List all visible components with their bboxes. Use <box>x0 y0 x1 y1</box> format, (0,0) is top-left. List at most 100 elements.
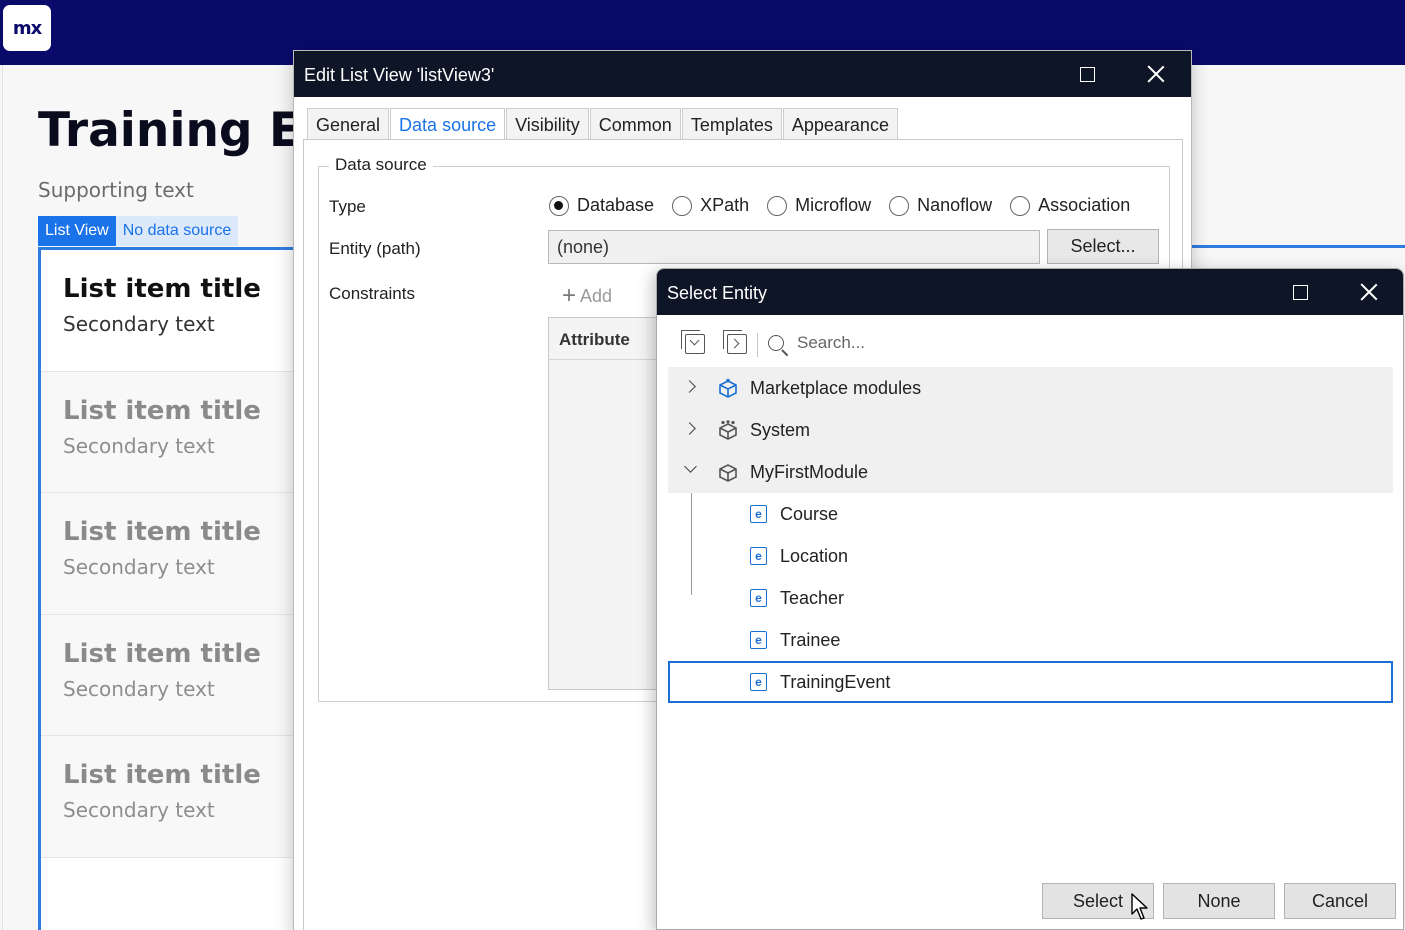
list-item[interactable]: List item title Secondary text <box>41 250 298 372</box>
list-item-title: List item title <box>63 274 261 304</box>
tab-common[interactable]: Common <box>589 108 681 139</box>
search-input[interactable] <box>797 327 1377 359</box>
radio-database[interactable]: Database <box>549 195 654 216</box>
list-item-secondary: Secondary text <box>63 798 215 822</box>
entity-toolbar <box>657 315 1403 367</box>
list-item: List item title Secondary text <box>41 736 298 858</box>
select-entity-dialog: Select Entity Marketplace modules <box>656 268 1404 930</box>
module-name: Marketplace modules <box>750 378 922 398</box>
radio-label: Association <box>1038 195 1131 215</box>
tree-entity-course[interactable]: e Course <box>668 493 1393 535</box>
list-item-secondary: Secondary text <box>63 312 215 336</box>
chevron-right-icon[interactable] <box>683 380 696 393</box>
entity-icon: e <box>750 505 767 523</box>
search-icon <box>768 335 784 351</box>
tree-entity-teacher[interactable]: e Teacher <box>668 577 1393 619</box>
group-legend: Data source <box>329 155 433 175</box>
module-name: System <box>750 420 811 440</box>
tree-entity-location[interactable]: e Location <box>668 535 1393 577</box>
radio-xpath[interactable]: XPath <box>672 195 749 216</box>
tab-general[interactable]: General <box>307 108 390 139</box>
close-icon <box>1147 65 1165 83</box>
tab-templates[interactable]: Templates <box>681 108 782 139</box>
entity-path-field[interactable]: (none) <box>548 230 1040 264</box>
entity-name: Teacher <box>780 588 845 608</box>
list-view-label: List View <box>38 216 116 246</box>
list-item: List item title Secondary text <box>41 371 298 493</box>
close-button[interactable] <box>1133 51 1179 97</box>
entity-name: Trainee <box>780 630 841 650</box>
toolbar-divider <box>757 333 758 357</box>
constraints-label: Constraints <box>329 284 415 303</box>
plus-icon: + <box>562 282 577 309</box>
tab-appearance[interactable]: Appearance <box>782 108 898 139</box>
no-data-source-label: No data source <box>115 216 239 246</box>
entity-icon: e <box>750 673 767 691</box>
chevron-right-icon[interactable] <box>683 422 696 435</box>
tree-module-myfirstmodule[interactable]: MyFirstModule <box>668 451 1393 493</box>
type-radio-group: Database XPath Microflow Nanoflow Associ… <box>549 195 1148 216</box>
radio-label: Nanoflow <box>917 195 993 215</box>
radio-nanoflow[interactable]: Nanoflow <box>889 195 992 216</box>
radio-label: XPath <box>700 195 750 215</box>
tab-visibility[interactable]: Visibility <box>506 108 589 139</box>
entity-name: Course <box>780 504 839 524</box>
list-item-title: List item title <box>63 395 261 426</box>
maximize-icon <box>1079 66 1095 82</box>
collapse-all-icon[interactable] <box>681 330 705 354</box>
maximize-button[interactable] <box>1064 51 1110 97</box>
radio-association[interactable]: Association <box>1010 195 1130 216</box>
radio-icon <box>672 195 693 216</box>
entity-label: Entity (path) <box>329 239 421 258</box>
maximize-button[interactable] <box>1277 269 1323 315</box>
entity-tree: Marketplace modules System MyFirstModule… <box>668 367 1393 703</box>
select-entity-button[interactable]: Select... <box>1047 229 1159 264</box>
list-item: List item title Secondary text <box>41 493 298 615</box>
tree-module-marketplace[interactable]: Marketplace modules <box>668 367 1393 409</box>
add-constraint-button[interactable]: + Add <box>562 282 612 310</box>
chevron-down-icon[interactable] <box>684 460 697 473</box>
close-icon <box>1360 283 1378 301</box>
dialog-title: Edit List View 'listView3' <box>304 65 495 85</box>
entity-name: Location <box>780 546 849 566</box>
radio-microflow[interactable]: Microflow <box>767 195 871 216</box>
list-item-secondary: Secondary text <box>63 676 215 701</box>
maximize-icon <box>1292 284 1308 300</box>
marketplace-module-icon <box>719 378 737 398</box>
tree-module-system[interactable]: System <box>668 409 1393 451</box>
type-label: Type <box>329 197 366 216</box>
entity-icon: e <box>750 631 767 649</box>
list-item-secondary: Secondary text <box>63 433 215 458</box>
mendix-logo[interactable]: mx <box>3 5 51 51</box>
expand-all-icon[interactable] <box>723 330 747 354</box>
add-label: Add <box>580 285 613 306</box>
page-title: Training Ev <box>38 103 332 158</box>
radio-icon <box>767 195 788 216</box>
radio-icon <box>889 195 910 216</box>
system-module-icon <box>719 420 737 440</box>
list-item-title: List item title <box>63 638 261 669</box>
list-item-secondary: Secondary text <box>63 555 215 579</box>
module-name: MyFirstModule <box>750 462 869 482</box>
cancel-button[interactable]: Cancel <box>1284 883 1396 919</box>
list-view-border <box>1180 245 1405 248</box>
radio-icon <box>1010 195 1031 216</box>
list-view-tag[interactable]: List View No data source <box>38 216 239 246</box>
dialog-title-bar[interactable]: Edit List View 'listView3' <box>294 51 1191 97</box>
close-button[interactable] <box>1346 269 1392 315</box>
list-item-title: List item title <box>63 760 261 790</box>
radio-label: Database <box>577 195 655 215</box>
tab-strip: General Data source Visibility Common Te… <box>307 108 899 140</box>
tab-data-source[interactable]: Data source <box>390 108 506 140</box>
dialog-title: Select Entity <box>667 283 768 303</box>
radio-selected-icon <box>549 195 569 216</box>
tree-entity-trainingevent[interactable]: e TrainingEvent <box>668 661 1393 703</box>
module-icon <box>719 464 737 482</box>
radio-label: Microflow <box>795 195 872 215</box>
list-item-title: List item title <box>63 517 261 547</box>
entity-name: TrainingEvent <box>780 672 891 692</box>
dialog-title-bar[interactable]: Select Entity <box>657 269 1403 315</box>
none-button[interactable]: None <box>1163 883 1275 919</box>
list-view-widget[interactable]: List item title Secondary text List item… <box>38 247 298 930</box>
tree-entity-trainee[interactable]: e Trainee <box>668 619 1393 661</box>
